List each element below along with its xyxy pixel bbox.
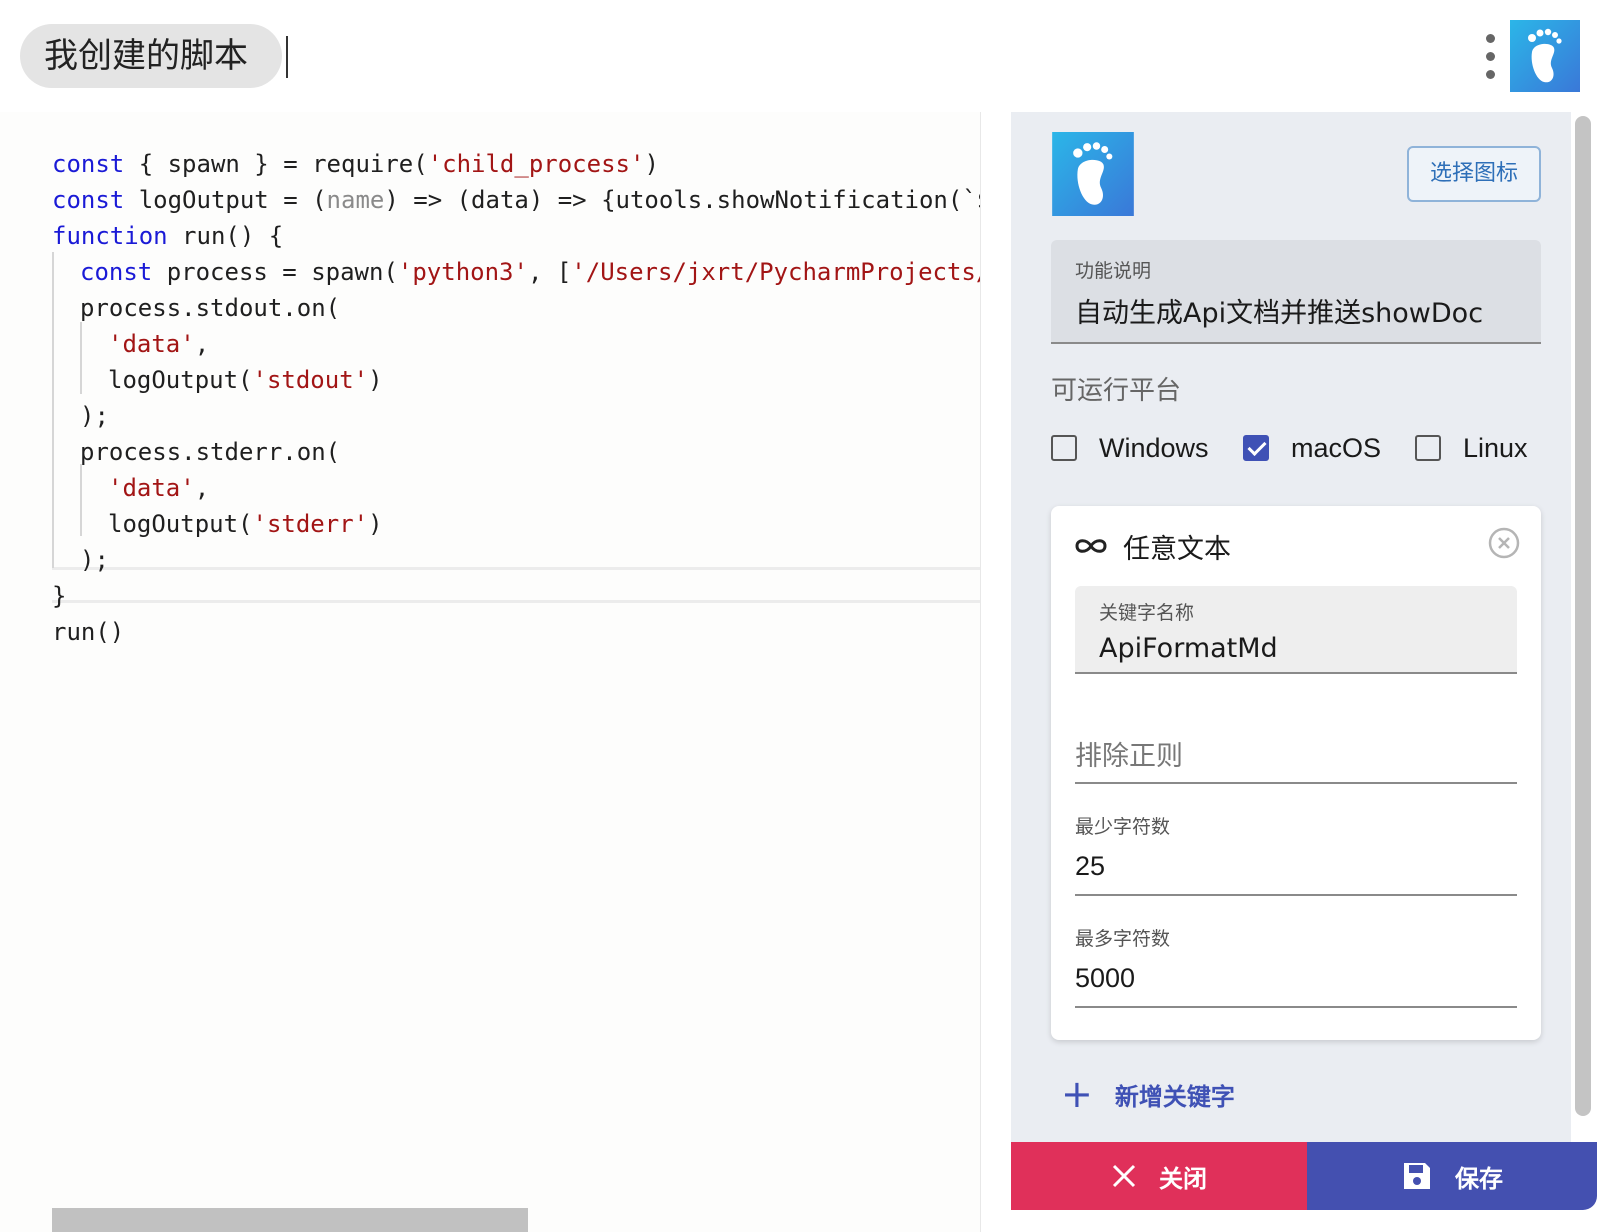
- keyword-name-input[interactable]: ApiFormatMd: [1099, 633, 1493, 664]
- exclude-regex-placeholder: 排除正则: [1075, 741, 1183, 772]
- code-token: 'data': [108, 330, 195, 358]
- code-token: 'child_process': [427, 150, 645, 178]
- linux-checkbox[interactable]: [1415, 435, 1441, 461]
- code-line[interactable]: );: [52, 398, 980, 434]
- code-token: process.stderr.on(: [80, 438, 341, 466]
- min-chars-input[interactable]: 25: [1075, 851, 1517, 882]
- description-label: 功能说明: [1075, 260, 1152, 282]
- code-line[interactable]: process.stderr.on(: [52, 434, 980, 470]
- code-token: run(): [52, 618, 125, 646]
- close-label: 关闭: [1159, 1164, 1207, 1193]
- remove-keyword-icon[interactable]: [1487, 526, 1521, 560]
- keyword-card-header: 任意文本: [1073, 526, 1231, 566]
- save-icon: [1404, 1163, 1430, 1189]
- keyword-name-field[interactable]: 关键字名称 ApiFormatMd: [1075, 586, 1517, 674]
- code-token: const: [80, 258, 153, 286]
- code-token: const: [52, 186, 125, 214]
- code-token: );: [80, 546, 109, 574]
- code-token: function: [52, 222, 168, 250]
- platform-windows[interactable]: Windows: [1051, 428, 1209, 468]
- macos-checkbox[interactable]: [1243, 435, 1269, 461]
- code-token: 'stderr': [252, 510, 369, 538]
- code-line[interactable]: 'data',: [52, 326, 980, 362]
- exclude-regex-field[interactable]: 排除正则: [1075, 734, 1517, 784]
- windows-checkbox[interactable]: [1051, 435, 1077, 461]
- code-token: process = spawn(: [152, 258, 398, 286]
- save-label: 保存: [1455, 1164, 1503, 1193]
- min-chars-label: 最少字符数: [1075, 816, 1171, 838]
- code-token: logOutput(: [108, 510, 253, 538]
- keyword-card: 任意文本 关键字名称 ApiFormatMd 排除正则 最少字符数 25 最多字…: [1051, 506, 1541, 1040]
- choose-icon-button[interactable]: 选择图标: [1407, 146, 1541, 202]
- code-token: { spawn } = require(: [124, 150, 428, 178]
- panel-scrollbar[interactable]: [1575, 116, 1591, 1116]
- code-token: run() {: [167, 222, 284, 250]
- code-line[interactable]: logOutput('stderr'): [52, 506, 980, 542]
- platform-checkboxes: Windows macOS Linux: [1051, 428, 1551, 468]
- code-token: logOutput(: [108, 366, 253, 394]
- code-token: '/Users/jxrt/PycharmProjects/A: [571, 258, 980, 286]
- plus-icon: +: [1061, 1072, 1093, 1116]
- save-button[interactable]: 保存: [1307, 1142, 1597, 1210]
- platform-macos[interactable]: macOS: [1243, 428, 1381, 468]
- close-button[interactable]: 关闭: [1011, 1142, 1307, 1210]
- close-icon: [1112, 1164, 1136, 1188]
- code-token: }: [52, 582, 67, 610]
- platform-title: 可运行平台: [1051, 376, 1182, 406]
- code-line[interactable]: run(): [52, 614, 980, 650]
- code-token: 'data': [108, 474, 195, 502]
- macos-label: macOS: [1291, 432, 1382, 463]
- code-token: 'python3': [397, 258, 528, 286]
- code-token: ): [368, 366, 383, 394]
- code-token: const: [52, 150, 125, 178]
- code-line[interactable]: logOutput('stdout'): [52, 362, 980, 398]
- code-line[interactable]: );: [52, 542, 980, 578]
- code-line[interactable]: process.stdout.on(: [52, 290, 980, 326]
- add-keyword-button[interactable]: + 新增关键字: [1061, 1074, 1235, 1114]
- min-chars-field[interactable]: 最少字符数 25: [1075, 812, 1517, 896]
- more-menu-icon[interactable]: [1482, 30, 1498, 82]
- code-editor[interactable]: const { spawn } = require('child_process…: [0, 112, 980, 1232]
- windows-label: Windows: [1099, 432, 1209, 463]
- linux-label: Linux: [1463, 432, 1528, 463]
- code-token: ) => (data) => {utools.showNotification(…: [384, 186, 980, 214]
- max-chars-input[interactable]: 5000: [1075, 963, 1517, 994]
- keyword-card-title: 任意文本: [1123, 533, 1231, 565]
- feature-panel: 选择图标 功能说明 自动生成Api文档并推送showDoc 可运行平台 Wind…: [980, 112, 1600, 1232]
- feature-form: 选择图标 功能说明 自动生成Api文档并推送showDoc 可运行平台 Wind…: [1011, 112, 1571, 1164]
- page-title[interactable]: 我创建的脚本: [20, 24, 282, 88]
- max-chars-field[interactable]: 最多字符数 5000: [1075, 924, 1517, 1008]
- code-line[interactable]: const process = spawn('python3', ['/User…: [52, 254, 980, 290]
- code-line[interactable]: }: [52, 578, 980, 614]
- feature-icon-footprint[interactable]: [1051, 132, 1135, 216]
- app-logo-footprint-icon[interactable]: [1510, 20, 1580, 92]
- platform-linux[interactable]: Linux: [1415, 428, 1528, 468]
- infinity-icon: [1075, 539, 1107, 553]
- horizontal-scrollbar[interactable]: [52, 1208, 528, 1232]
- code-line[interactable]: 'data',: [52, 470, 980, 506]
- code-line[interactable]: const logOutput = (name) => (data) => {u…: [52, 182, 980, 218]
- code-token: name: [326, 186, 385, 214]
- code-token: );: [80, 402, 109, 430]
- code-token: process.stdout.on(: [80, 294, 341, 322]
- code-token: ): [368, 510, 383, 538]
- code-token: ,: [194, 330, 210, 358]
- code-token: logOutput = (: [124, 186, 327, 214]
- code-token: , [: [527, 258, 572, 286]
- code-content[interactable]: const { spawn } = require('child_process…: [52, 146, 980, 650]
- keyword-name-label: 关键字名称: [1099, 602, 1195, 624]
- code-token: 'stdout': [252, 366, 369, 394]
- code-line[interactable]: function run() {: [52, 218, 980, 254]
- max-chars-label: 最多字符数: [1075, 928, 1171, 950]
- description-input[interactable]: 自动生成Api文档并推送showDoc: [1075, 291, 1517, 330]
- code-line[interactable]: const { spawn } = require('child_process…: [52, 146, 980, 182]
- add-keyword-label: 新增关键字: [1114, 1082, 1235, 1111]
- text-cursor: [286, 36, 288, 78]
- description-field[interactable]: 功能说明 自动生成Api文档并推送showDoc: [1051, 240, 1541, 344]
- code-token: ,: [194, 474, 210, 502]
- code-token: ): [644, 150, 659, 178]
